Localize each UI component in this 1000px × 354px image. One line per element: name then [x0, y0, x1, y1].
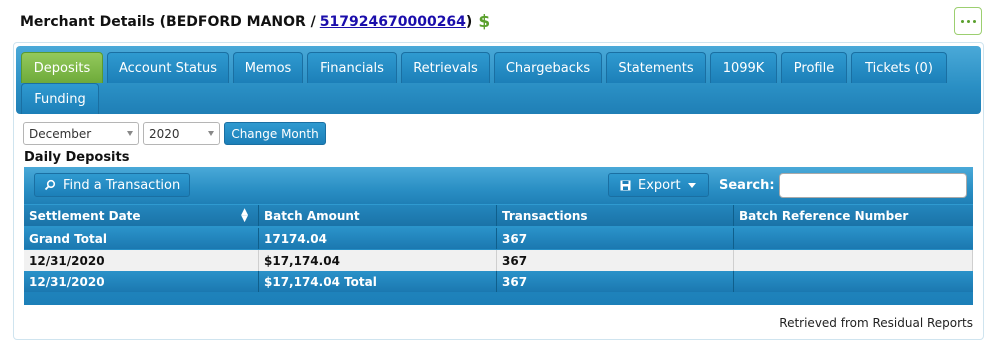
table-cell: 17174.04: [259, 228, 497, 249]
table-cell: 367: [497, 250, 734, 271]
tab-retrievals[interactable]: Retrievals: [401, 52, 490, 83]
month-select[interactable]: December: [23, 122, 139, 145]
grand-total-row: Grand Total 17174.04 367: [24, 228, 973, 249]
section-title: Daily Deposits: [24, 150, 130, 165]
column-header-batch-reference[interactable]: Batch Reference Number: [734, 205, 973, 226]
chevron-down-icon: [127, 131, 133, 136]
tab-tickets[interactable]: Tickets (0): [851, 52, 947, 83]
table-row[interactable]: 12/31/2020 $17,174.04 367: [24, 250, 973, 271]
export-label: Export: [638, 177, 681, 193]
table-cell: Grand Total: [24, 228, 259, 249]
caret-down-icon: [687, 182, 696, 188]
tab-chargebacks[interactable]: Chargebacks: [494, 52, 602, 83]
tab-memos[interactable]: Memos: [233, 52, 303, 83]
dollar-icon[interactable]: $: [478, 12, 490, 32]
search-label: Search:: [719, 178, 775, 193]
year-select-value: 2020: [149, 126, 180, 141]
table-cell: 12/31/2020: [24, 271, 259, 292]
deposits-table: Settlement Date ▲ ▼ Batch Amount Transact…: [24, 204, 973, 305]
tab-profile[interactable]: Profile: [781, 52, 847, 83]
table-cell: $17,174.04: [259, 250, 497, 271]
tab-statements[interactable]: Statements: [606, 52, 706, 83]
sort-icon: ▲ ▼: [241, 206, 248, 224]
tab-account-status[interactable]: Account Status: [107, 52, 229, 83]
table-cell: 12/31/2020: [24, 250, 259, 271]
table-header-row: Settlement Date ▲ ▼ Batch Amount Transact…: [24, 205, 973, 226]
search-input[interactable]: [779, 173, 967, 198]
table-cell: [734, 250, 973, 271]
more-options-button[interactable]: [954, 7, 982, 35]
tab-1099k[interactable]: 1099K: [710, 52, 777, 83]
footer-note: Retrieved from Residual Reports: [779, 316, 973, 330]
tab-funding[interactable]: Funding: [21, 83, 99, 114]
merchant-id-link[interactable]: 517924670000264: [320, 14, 466, 30]
find-transaction-label: Find a Transaction: [63, 177, 181, 193]
page-title-suffix: ): [465, 14, 473, 30]
table-cell: $17,174.04 Total: [259, 271, 497, 292]
table-toolbar: Find a Transaction Export Search:: [24, 167, 973, 204]
tab-financials[interactable]: Financials: [307, 52, 397, 83]
page-title: Merchant Details (BEDFORD MANOR /: [20, 14, 316, 30]
year-select[interactable]: 2020: [143, 122, 220, 145]
subtotal-row: 12/31/2020 $17,174.04 Total 367: [24, 271, 973, 292]
column-header-settlement-date[interactable]: Settlement Date ▲ ▼: [24, 205, 259, 226]
table-cell: 367: [497, 271, 734, 292]
table-cell: 367: [497, 228, 734, 249]
column-header-batch-amount[interactable]: Batch Amount: [259, 205, 497, 226]
search-icon: [44, 179, 56, 191]
table-cell: [734, 271, 973, 292]
tab-deposits[interactable]: Deposits: [21, 52, 103, 83]
month-select-value: December: [29, 126, 92, 141]
page-header: Merchant Details (BEDFORD MANOR / 517924…: [20, 11, 490, 33]
export-button[interactable]: Export: [608, 173, 709, 197]
chevron-down-icon: [208, 131, 214, 136]
find-transaction-button[interactable]: Find a Transaction: [34, 173, 190, 197]
save-icon: [620, 180, 631, 190]
table-cell: [734, 228, 973, 249]
change-month-button[interactable]: Change Month: [224, 122, 326, 145]
column-header-transactions[interactable]: Transactions: [497, 205, 734, 226]
more-dots-icon: [960, 19, 964, 23]
tab-bar: Deposits Account Status Memos Financials…: [16, 46, 981, 114]
